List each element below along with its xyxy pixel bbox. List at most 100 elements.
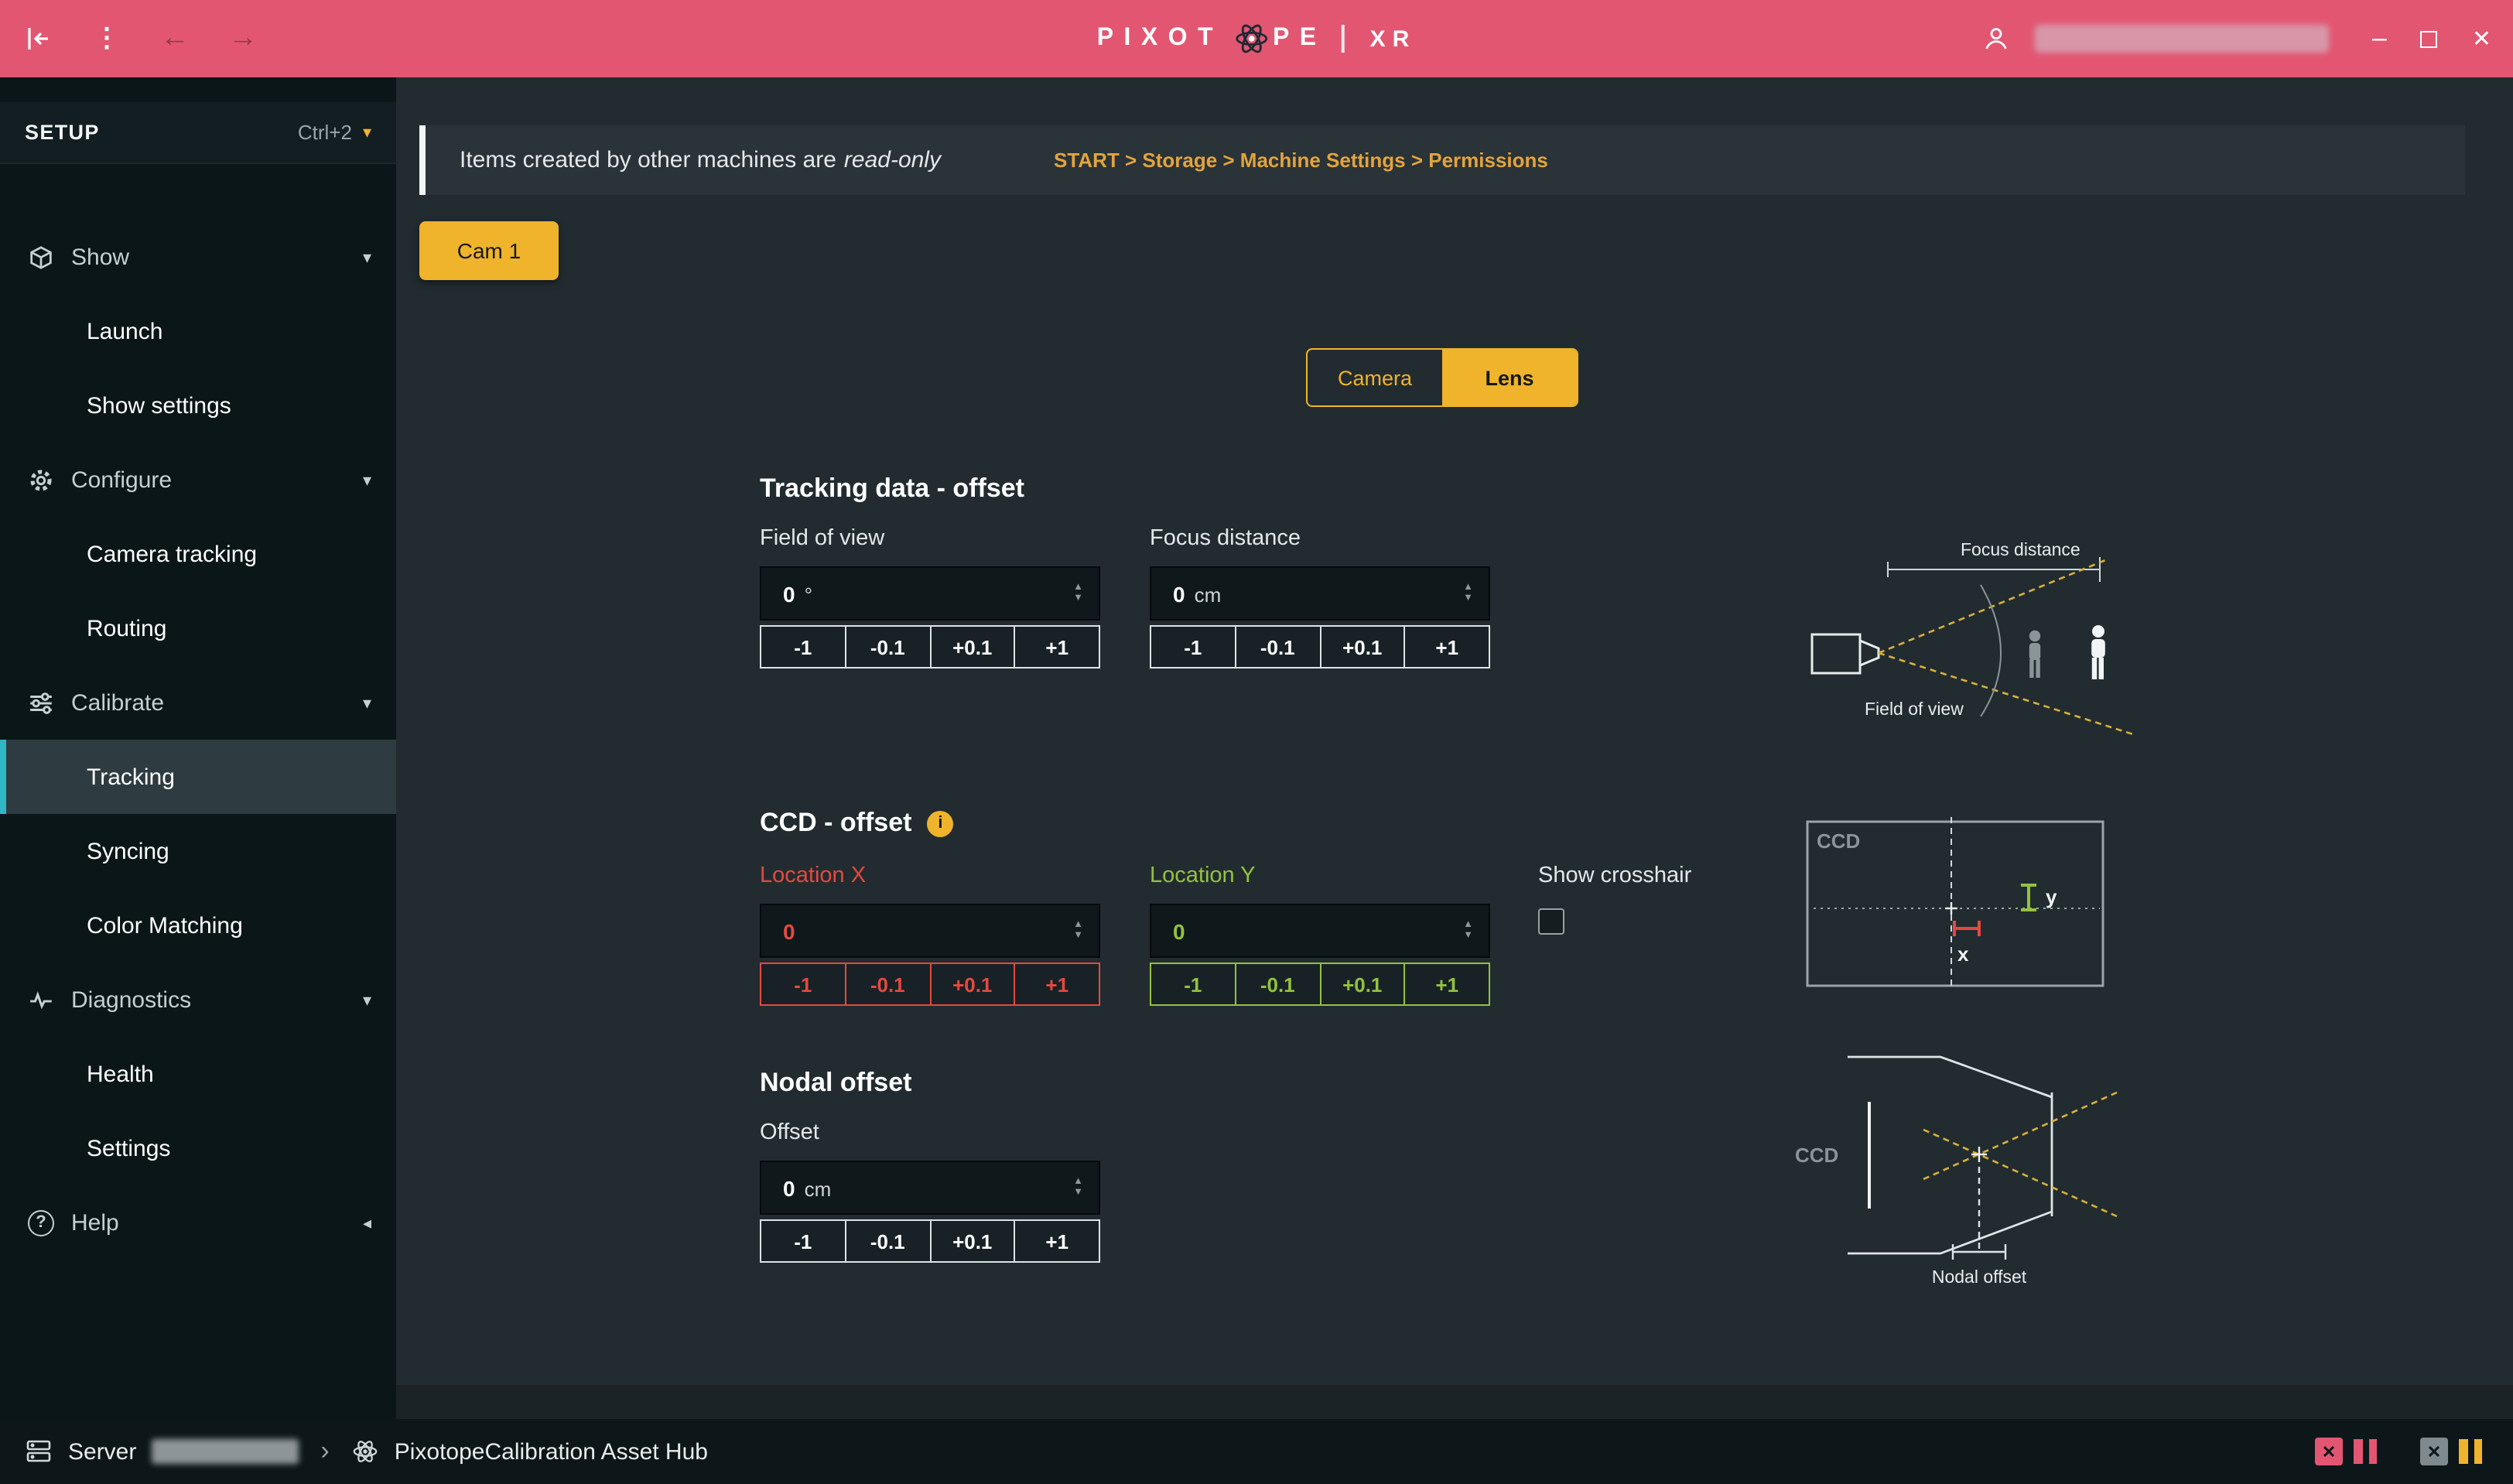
fov-step-plus-0-1[interactable]: +0.1 bbox=[929, 625, 1016, 668]
show-crosshair-label: Show crosshair bbox=[1538, 863, 1691, 894]
close-status-icon-pink[interactable]: ✕ bbox=[2315, 1438, 2343, 1465]
focus-step-plus-1[interactable]: +1 bbox=[1404, 625, 1491, 668]
sidebar-group-configure[interactable]: Configure ▾ bbox=[0, 443, 396, 517]
chevron-down-icon: ▾ bbox=[363, 990, 371, 1010]
focus-distance-field: Focus distance 0cm ▲▼ -1 -0.1 +0.1 +1 bbox=[1150, 526, 1490, 668]
close-status-icon-gray[interactable]: ✕ bbox=[2420, 1438, 2448, 1465]
offset-step-buttons: -1 -0.1 +0.1 +1 bbox=[760, 1219, 1100, 1263]
breadcrumb[interactable]: START > Storage > Machine Settings > Per… bbox=[1054, 125, 1548, 195]
fov-step-plus-1[interactable]: +1 bbox=[1014, 625, 1101, 668]
location-y-field: Location Y 0 ▲▼ -1 -0.1 +0.1 +1 bbox=[1150, 863, 1490, 1006]
offset-step-plus-1[interactable]: +1 bbox=[1014, 1219, 1101, 1263]
sliders-icon bbox=[28, 689, 54, 716]
sidebar-group-help[interactable]: ? Help ◂ bbox=[0, 1185, 396, 1260]
field-of-view-input[interactable]: 0° ▲▼ bbox=[760, 566, 1100, 621]
sidebar-item-camera-tracking[interactable]: Camera tracking bbox=[0, 517, 396, 591]
y-step-minus-1[interactable]: -1 bbox=[1150, 963, 1236, 1006]
fov-step-minus-0-1[interactable]: -0.1 bbox=[845, 625, 932, 668]
y-step-minus-0-1[interactable]: -0.1 bbox=[1235, 963, 1321, 1006]
back-icon[interactable]: ← bbox=[158, 22, 192, 56]
focus-step-minus-0-1[interactable]: -0.1 bbox=[1235, 625, 1321, 668]
sidebar-item-syncing[interactable]: Syncing bbox=[0, 814, 396, 888]
x-step-minus-1[interactable]: -1 bbox=[760, 963, 846, 1006]
sidebar-group-label: Calibrate bbox=[71, 689, 164, 716]
server-label[interactable]: Server bbox=[68, 1438, 136, 1465]
focus-distance-input[interactable]: 0cm ▲▼ bbox=[1150, 566, 1490, 621]
offset-label: Offset bbox=[760, 1120, 1100, 1151]
svg-text:CCD: CCD bbox=[1817, 829, 1860, 853]
pause-bars-icon-yellow[interactable] bbox=[2459, 1439, 2482, 1464]
tab-camera[interactable]: Camera bbox=[1308, 350, 1442, 405]
stepper-icon[interactable]: ▲▼ bbox=[1463, 583, 1473, 604]
sidebar-item-show-settings[interactable]: Show settings bbox=[0, 368, 396, 443]
focus-step-plus-0-1[interactable]: +0.1 bbox=[1319, 625, 1406, 668]
pixotope-logo: PIXOT PE XR bbox=[1097, 0, 1417, 77]
ccd-offset-title: CCD - offset i bbox=[760, 808, 953, 839]
stepper-icon[interactable]: ▲▼ bbox=[1463, 921, 1473, 941]
nodal-offset-diagram: CCD Nodal offset bbox=[1792, 1046, 2137, 1301]
sidebar-group-calibrate[interactable]: Calibrate ▾ bbox=[0, 665, 396, 740]
asset-hub-label[interactable]: PixotopeCalibration Asset Hub bbox=[395, 1438, 708, 1465]
close-button[interactable]: ✕ bbox=[2472, 25, 2491, 53]
location-y-step-buttons: -1 -0.1 +0.1 +1 bbox=[1150, 963, 1490, 1006]
sidebar-item-launch[interactable]: Launch bbox=[0, 294, 396, 368]
location-y-input[interactable]: 0 ▲▼ bbox=[1150, 904, 1490, 958]
sidebar-item-label: Syncing bbox=[87, 838, 169, 864]
x-step-plus-1[interactable]: +1 bbox=[1014, 963, 1101, 1006]
sidebar-item-label: Color Matching bbox=[87, 912, 243, 939]
stepper-icon[interactable]: ▲▼ bbox=[1073, 583, 1083, 604]
minimize-button[interactable]: – bbox=[2372, 23, 2387, 54]
status-indicators: ✕ ✕ bbox=[2315, 1438, 2488, 1465]
sidebar-group-show[interactable]: Show ▾ bbox=[0, 220, 396, 294]
sidebar-item-label: Health bbox=[87, 1061, 154, 1087]
brand-text-left: PIXOT bbox=[1097, 25, 1223, 53]
sidebar-item-routing[interactable]: Routing bbox=[0, 591, 396, 665]
status-group-pink: ✕ bbox=[2315, 1438, 2377, 1465]
pause-bars-icon-pink[interactable] bbox=[2354, 1439, 2377, 1464]
sidebar-group-diagnostics[interactable]: Diagnostics ▾ bbox=[0, 963, 396, 1037]
offset-step-minus-1[interactable]: -1 bbox=[760, 1219, 846, 1263]
tab-lens[interactable]: Lens bbox=[1442, 350, 1577, 405]
pixotope-atom-icon bbox=[1233, 20, 1270, 57]
forward-icon[interactable]: → bbox=[226, 22, 260, 56]
location-x-input[interactable]: 0 ▲▼ bbox=[760, 904, 1100, 958]
sidebar-item-label: Launch bbox=[87, 318, 162, 344]
sidebar-item-tracking[interactable]: Tracking bbox=[0, 740, 396, 814]
sidebar-item-settings[interactable]: Settings bbox=[0, 1111, 396, 1185]
maximize-button[interactable] bbox=[2421, 30, 2438, 47]
location-x-label: Location X bbox=[760, 863, 1100, 894]
notice-accent-bar bbox=[419, 125, 426, 195]
sidebar-item-label: Tracking bbox=[87, 764, 175, 790]
cam-1-button[interactable]: Cam 1 bbox=[419, 221, 559, 280]
sidebar-item-label: Camera tracking bbox=[87, 541, 257, 567]
x-step-minus-0-1[interactable]: -0.1 bbox=[845, 963, 932, 1006]
collapse-sidebar-icon[interactable] bbox=[22, 22, 56, 56]
sidebar-item-label: Show settings bbox=[87, 392, 231, 419]
stepper-icon[interactable]: ▲▼ bbox=[1073, 1178, 1083, 1198]
help-icon: ? bbox=[28, 1209, 54, 1236]
chevron-right-icon: › bbox=[320, 1436, 329, 1467]
fov-step-minus-1[interactable]: -1 bbox=[760, 625, 846, 668]
chevron-left-icon: ◂ bbox=[363, 1212, 371, 1233]
offset-step-plus-0-1[interactable]: +0.1 bbox=[929, 1219, 1016, 1263]
offset-step-minus-0-1[interactable]: -0.1 bbox=[845, 1219, 932, 1263]
info-icon[interactable]: i bbox=[927, 810, 953, 836]
menu-dots-icon[interactable]: ⋮ bbox=[90, 22, 124, 56]
focus-step-minus-1[interactable]: -1 bbox=[1150, 625, 1236, 668]
svg-text:x: x bbox=[1957, 942, 1969, 966]
show-crosshair-checkbox[interactable] bbox=[1538, 908, 1564, 935]
y-step-plus-0-1[interactable]: +0.1 bbox=[1319, 963, 1406, 1006]
statusbar: Server › PixotopeCalibration Asset Hub ✕… bbox=[0, 1419, 2513, 1484]
user-email-redacted[interactable] bbox=[2035, 25, 2329, 53]
sidebar: SETUP Ctrl+2 ▾ Show ▾ Launch Show settin… bbox=[0, 77, 396, 1419]
sidebar-item-health[interactable]: Health bbox=[0, 1037, 396, 1111]
sidebar-item-color-matching[interactable]: Color Matching bbox=[0, 888, 396, 963]
user-account-icon[interactable] bbox=[1979, 22, 2013, 56]
stepper-icon[interactable]: ▲▼ bbox=[1073, 921, 1083, 941]
offset-input[interactable]: 0cm ▲▼ bbox=[760, 1161, 1100, 1215]
setup-mode-selector[interactable]: SETUP Ctrl+2 ▾ bbox=[0, 102, 396, 164]
x-step-plus-0-1[interactable]: +0.1 bbox=[929, 963, 1016, 1006]
y-step-plus-1[interactable]: +1 bbox=[1404, 963, 1491, 1006]
field-of-view-label: Field of view bbox=[760, 526, 1100, 557]
content-gap bbox=[396, 1385, 2513, 1419]
